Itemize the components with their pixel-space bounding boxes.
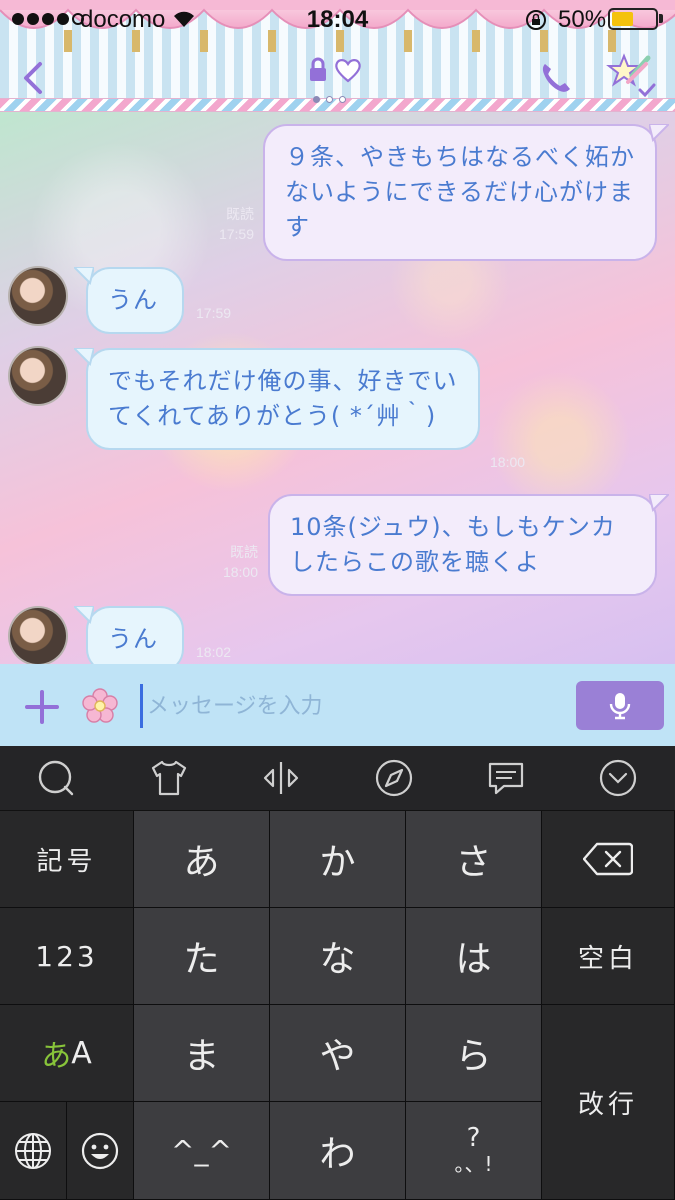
delete-key[interactable] (542, 811, 675, 908)
message-input[interactable] (140, 684, 560, 728)
symbols-key[interactable]: 記号 (0, 811, 134, 908)
compass-icon[interactable] (372, 756, 416, 800)
message-text: 10条(ジュウ)、もしもケンカしたらこの歌を聴くよ (290, 513, 616, 576)
chat-area[interactable]: ９条、やきもちはなるべく妬かないようにできるだけ心がけます 既読 17:59 う… (0, 112, 675, 664)
punctuation-key[interactable]: ? 。、! (406, 1102, 542, 1200)
message-bubble-incoming[interactable]: うん (74, 267, 184, 334)
read-receipt: 既読 (230, 544, 258, 560)
keyboard-toolbar (0, 746, 675, 811)
kana-key-ya[interactable]: や (270, 1005, 406, 1102)
message-bubble-incoming[interactable]: うん (74, 606, 184, 664)
kana-mode-label: あ (41, 1039, 72, 1074)
message-time: 18:00 (490, 454, 526, 470)
plus-button[interactable] (24, 689, 60, 725)
microphone-button[interactable] (576, 681, 664, 730)
battery-percent: 50% (558, 6, 607, 33)
kana-key-a[interactable]: あ (134, 811, 270, 908)
status-bar: docomo 18:04 50% (0, 0, 675, 38)
backspace-icon (583, 842, 633, 876)
avatar[interactable] (8, 606, 68, 664)
page-indicator (313, 96, 346, 103)
chat-bubble-icon[interactable] (484, 756, 528, 800)
flower-icon (82, 688, 118, 723)
message-text: ９条、やきもちはなるべく妬かないようにできるだけ心がけます (285, 143, 635, 241)
avatar[interactable] (8, 266, 68, 326)
message-text: うん (108, 286, 158, 314)
back-button[interactable] (14, 58, 54, 98)
tshirt-icon[interactable] (147, 756, 191, 800)
kana-key-ta[interactable]: た (134, 908, 270, 1005)
emoticon-key[interactable]: ^_^ (134, 1102, 270, 1200)
message-meta: 既読 17:59 (190, 204, 254, 244)
battery-icon (608, 8, 658, 30)
chevron-down-circle-icon[interactable] (596, 756, 640, 800)
rotation-lock-icon (526, 10, 546, 30)
star-wand-menu-icon (606, 53, 656, 98)
numbers-key[interactable]: 123 (0, 908, 134, 1005)
kana-key-ka[interactable]: か (270, 811, 406, 908)
message-bubble-outgoing[interactable]: ９条、やきもちはなるべく妬かないようにできるだけ心がけます (263, 124, 669, 261)
message-bubble-outgoing[interactable]: 10条(ジュウ)、もしもケンカしたらこの歌を聴くよ (268, 494, 669, 596)
message-meta: 既読 18:00 (194, 542, 258, 582)
message-time: 17:59 (218, 226, 254, 242)
return-key[interactable]: 改行 (542, 1005, 675, 1200)
lock-icon (310, 57, 326, 81)
kana-key-sa[interactable]: さ (406, 811, 542, 908)
punct-bottom: 。、! (454, 1151, 493, 1176)
punct-top: ? (466, 1122, 481, 1153)
kana-key-ha[interactable]: は (406, 908, 542, 1005)
kana-key-ra[interactable]: ら (406, 1005, 542, 1102)
chat-title-icons (308, 56, 363, 84)
message-text: でもそれだけ俺の事、好きでいてくれてありがとう( *´艸｀) (108, 367, 458, 430)
kana-key-ma[interactable]: ま (134, 1005, 270, 1102)
avatar[interactable] (8, 346, 68, 406)
phone-button[interactable] (536, 58, 576, 98)
kana-key-wa[interactable]: わ (270, 1102, 406, 1200)
globe-icon (15, 1132, 51, 1169)
read-receipt: 既読 (226, 206, 254, 222)
sticker-button[interactable] (82, 688, 118, 724)
message-bubble-incoming[interactable]: でもそれだけ俺の事、好きでいてくれてありがとう( *´艸｀) (74, 348, 480, 450)
heart-icon (335, 59, 361, 83)
message-time: 18:00 (222, 564, 258, 580)
microphone-icon (609, 693, 631, 720)
space-key[interactable]: 空白 (542, 908, 675, 1005)
emoji-key[interactable] (67, 1102, 134, 1200)
smiley-icon (81, 1132, 119, 1169)
kana-key-na[interactable]: な (270, 908, 406, 1005)
input-mode-key[interactable]: あA (0, 1005, 134, 1102)
menu-button[interactable] (606, 52, 658, 100)
message-time: 18:02 (196, 644, 232, 660)
cursor-move-icon[interactable] (259, 756, 303, 800)
message-text: うん (108, 625, 158, 653)
search-bubble-icon[interactable] (34, 756, 78, 800)
globe-key[interactable] (0, 1102, 67, 1200)
alpha-mode-label: A (71, 1035, 92, 1071)
message-time: 17:59 (196, 305, 232, 321)
